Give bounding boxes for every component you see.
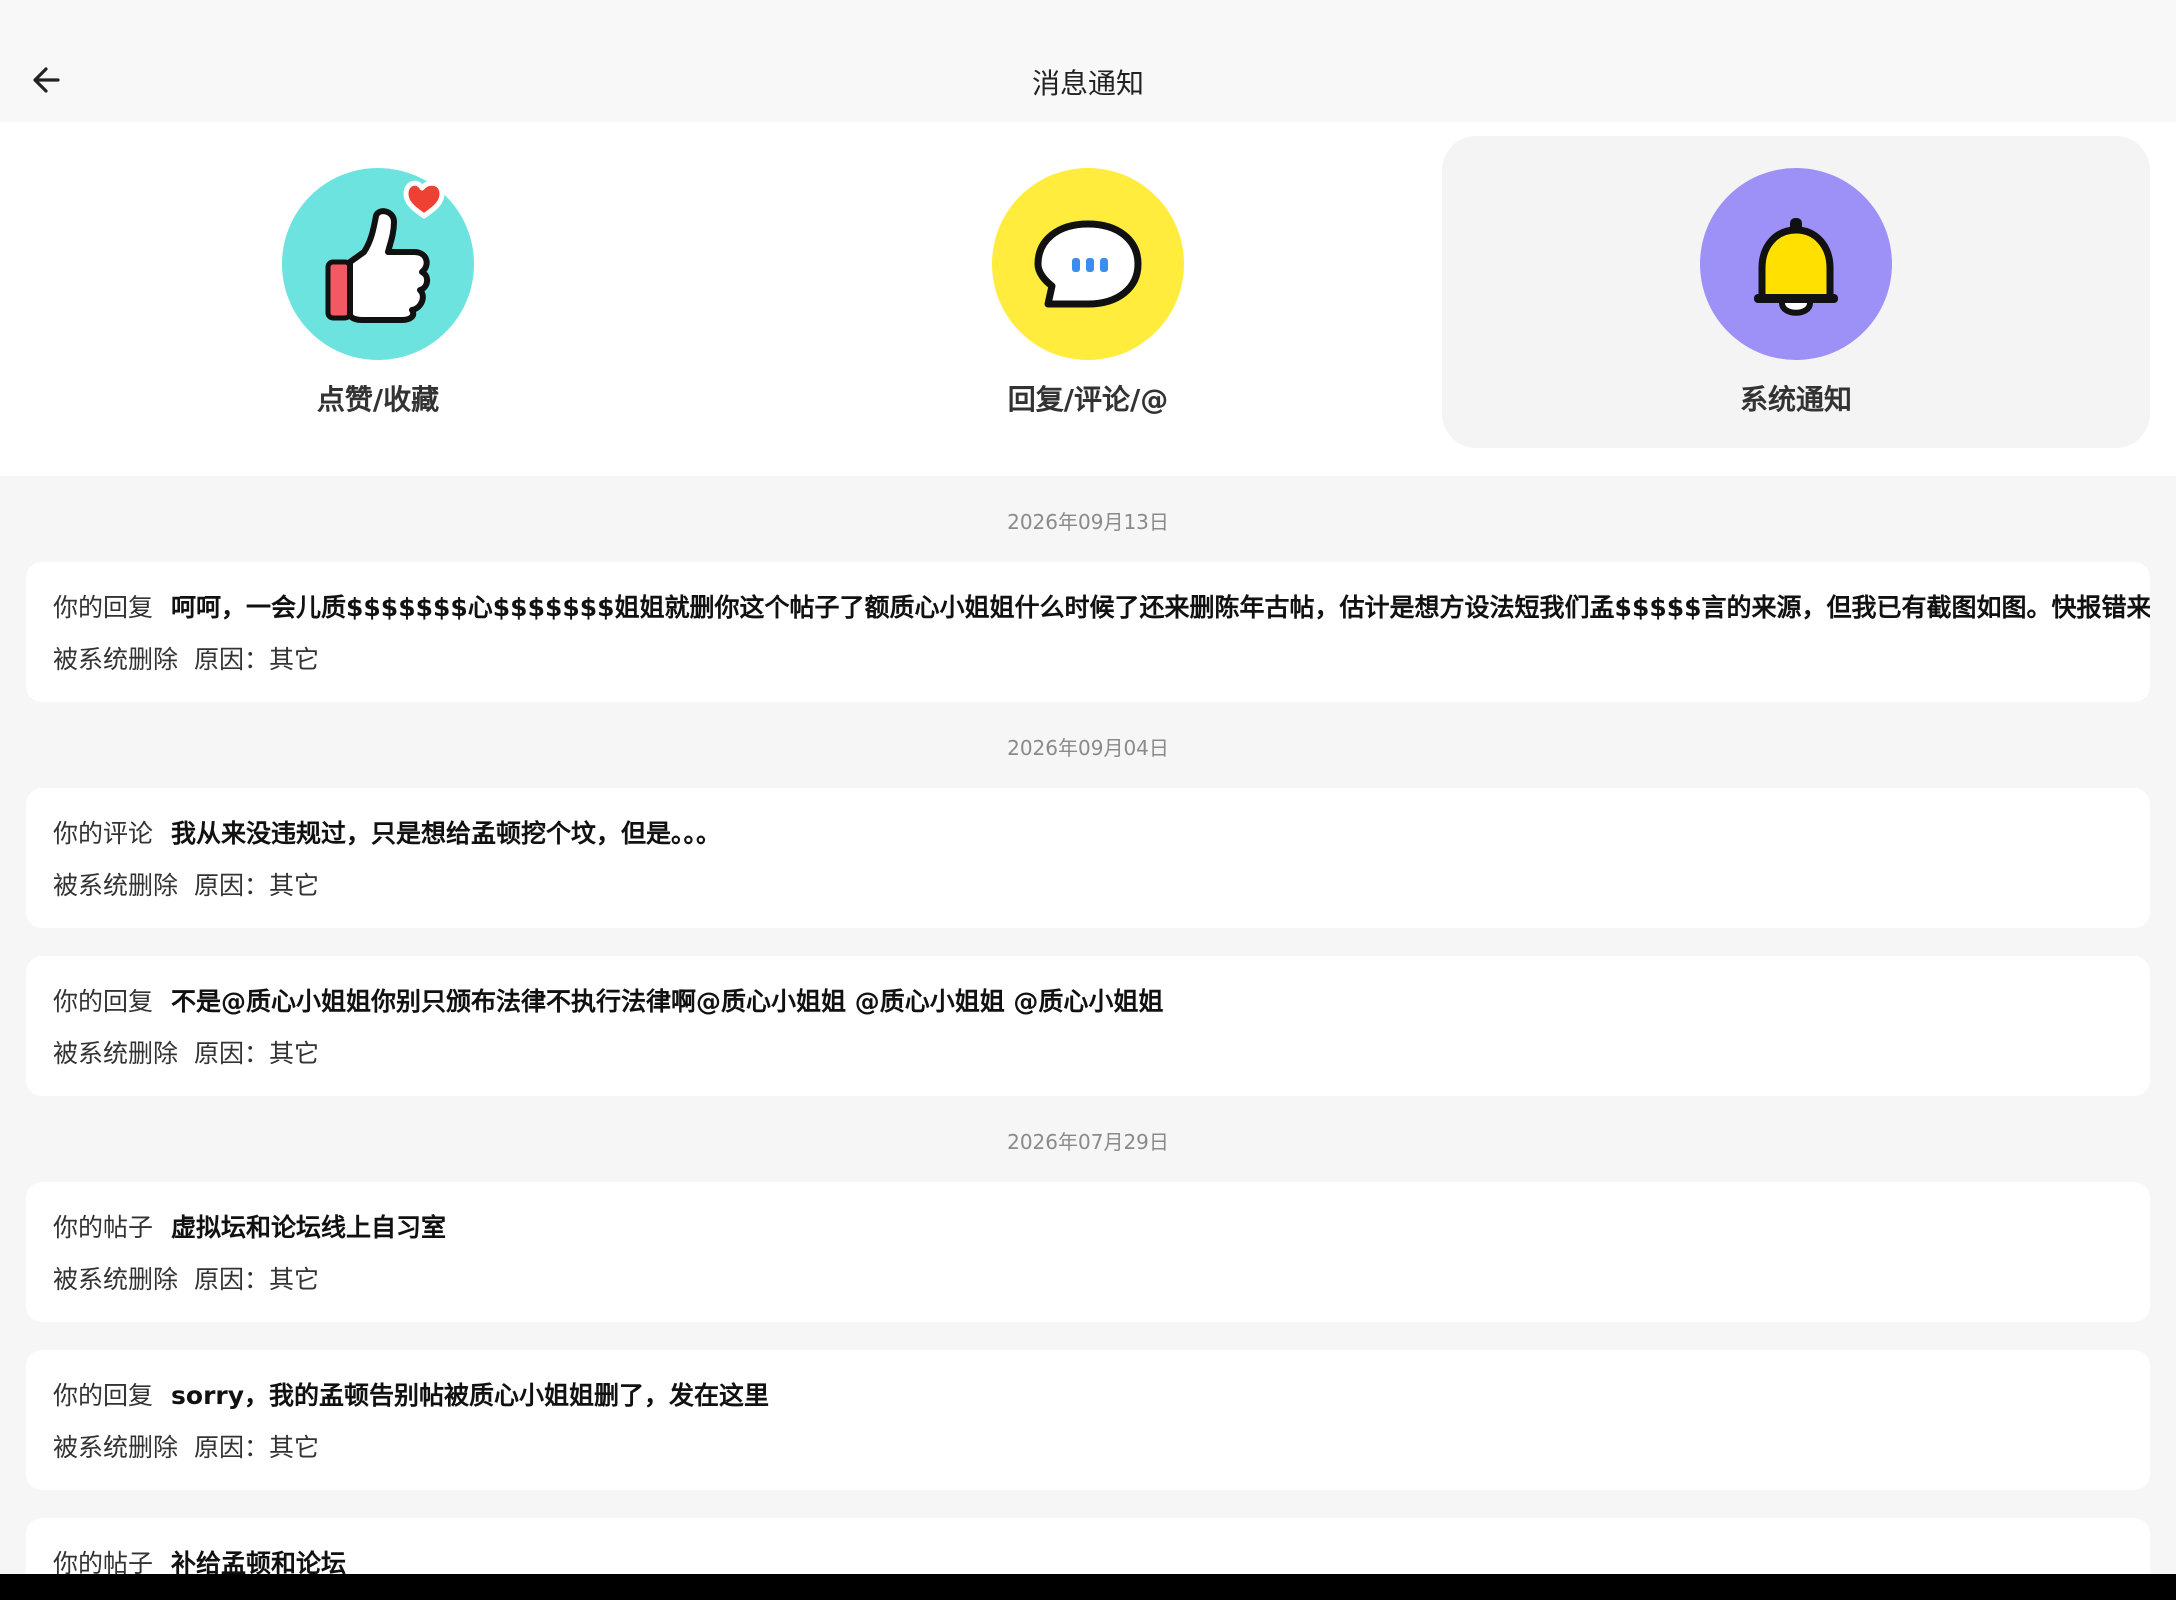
top-bar: 消息通知 — [0, 0, 2176, 122]
notification-list[interactable]: 2026年09月13日 你的回复 呵呵，一会儿质$$$$$$$心$$$$$$$姐姐… — [0, 476, 2176, 1574]
notification-status: 被系统删除 — [53, 871, 179, 900]
notification-kind: 你的回复 — [53, 1381, 154, 1410]
notification-status-line: 被系统删除 原因：其它 — [53, 1262, 319, 1298]
tab-replies-label: 回复/评论/@ — [1007, 383, 1169, 416]
notification-status-line: 被系统删除 原因：其它 — [53, 642, 319, 678]
notification-card[interactable]: 你的评论 我从来没违规过，只是想给孟顿挖个坟，但是。。。 被系统删除 原因：其它 — [26, 788, 2150, 928]
app-root: 消息通知 点赞/收藏 回复/评论/@ 系统通知 2026年09月13日 你的回复… — [0, 0, 2176, 1600]
date-header: 2026年09月13日 — [1007, 510, 1169, 534]
notification-kind: 你的回复 — [53, 593, 154, 622]
replies-circle — [992, 168, 1184, 360]
system-circle — [1700, 168, 1892, 360]
notification-card[interactable]: 你的帖子 补给孟顿和论坛 — [26, 1518, 2150, 1574]
notification-card[interactable]: 你的帖子 虚拟坛和论坛线上自习室 被系统删除 原因：其它 — [26, 1182, 2150, 1322]
system-nav-bar — [0, 1574, 2176, 1600]
category-tabs: 点赞/收藏 回复/评论/@ 系统通知 — [0, 122, 2176, 476]
notification-card[interactable]: 你的回复 不是@质心小姐姐你别只颁布法律不执行法律啊@质心小姐姐 @质心小姐姐 @… — [26, 956, 2150, 1096]
notification-kind: 你的评论 — [53, 819, 154, 848]
notification-status-line: 被系统删除 原因：其它 — [53, 868, 319, 904]
notification-status: 被系统删除 — [53, 1265, 179, 1294]
date-header: 2026年07月29日 — [1007, 1130, 1169, 1154]
notification-reason: 原因：其它 — [194, 1039, 320, 1068]
notification-line: 你的回复 sorry，我的孟顿告别帖被质心小姐姐删了，发在这里 — [53, 1378, 769, 1414]
notification-status: 被系统删除 — [53, 1433, 179, 1462]
notification-kind: 你的回复 — [53, 987, 154, 1016]
notification-status: 被系统删除 — [53, 1039, 179, 1068]
likes-circle — [282, 168, 474, 360]
notification-status-line: 被系统删除 原因：其它 — [53, 1430, 319, 1466]
bell-icon — [1754, 218, 1838, 316]
notification-line: 你的回复 不是@质心小姐姐你别只颁布法律不执行法律啊@质心小姐姐 @质心小姐姐 @… — [53, 984, 1163, 1020]
notification-content: 呵呵，一会儿质$$$$$$$心$$$$$$$姐姐就删你这个帖子了额质心小姐姐什么… — [171, 593, 2150, 622]
notification-content: sorry，我的孟顿告别帖被质心小姐姐删了，发在这里 — [171, 1381, 770, 1410]
notification-reason: 原因：其它 — [194, 1265, 320, 1294]
notification-reason: 原因：其它 — [194, 645, 320, 674]
tab-system-label: 系统通知 — [1739, 383, 1852, 416]
notification-content: 虚拟坛和论坛线上自习室 — [171, 1213, 447, 1242]
tab-system-notices[interactable]: 系统通知 — [1442, 136, 2150, 448]
notification-status: 被系统删除 — [53, 645, 179, 674]
notification-content: 不是@质心小姐姐你别只颁布法律不执行法律啊@质心小姐姐 @质心小姐姐 @质心小姐… — [171, 987, 1164, 1016]
page-title: 消息通知 — [1031, 67, 1144, 100]
notification-reason: 原因：其它 — [194, 1433, 320, 1462]
tab-replies-comments[interactable]: 回复/评论/@ — [734, 136, 1442, 448]
notification-line: 你的评论 我从来没违规过，只是想给孟顿挖个坟，但是。。。 — [53, 816, 721, 852]
notification-line: 你的回复 呵呵，一会儿质$$$$$$$心$$$$$$$姐姐就删你这个帖子了额质心小… — [53, 590, 2150, 626]
chat-bubble-icon — [1034, 220, 1142, 308]
thumbs-up-heart-icon — [325, 180, 445, 323]
notification-kind: 你的帖子 — [53, 1213, 154, 1242]
notification-reason: 原因：其它 — [194, 871, 320, 900]
notification-content: 我从来没违规过，只是想给孟顿挖个坟，但是。。。 — [171, 819, 722, 848]
date-header: 2026年09月04日 — [1007, 736, 1169, 760]
tab-likes-favorites[interactable]: 点赞/收藏 — [24, 136, 732, 448]
notification-status-line: 被系统删除 原因：其它 — [53, 1036, 319, 1072]
notification-card[interactable]: 你的回复 sorry，我的孟顿告别帖被质心小姐姐删了，发在这里 被系统删除 原因：其… — [26, 1350, 2150, 1490]
tab-likes-label: 点赞/收藏 — [316, 383, 440, 416]
notification-line: 你的帖子 补给孟顿和论坛 — [53, 1546, 346, 1574]
notification-kind: 你的帖子 — [53, 1549, 154, 1574]
notification-card[interactable]: 你的回复 呵呵，一会儿质$$$$$$$心$$$$$$$姐姐就删你这个帖子了额质心小… — [26, 562, 2150, 702]
notification-line: 你的帖子 虚拟坛和论坛线上自习室 — [53, 1210, 446, 1246]
notification-content: 补给孟顿和论坛 — [171, 1549, 347, 1574]
